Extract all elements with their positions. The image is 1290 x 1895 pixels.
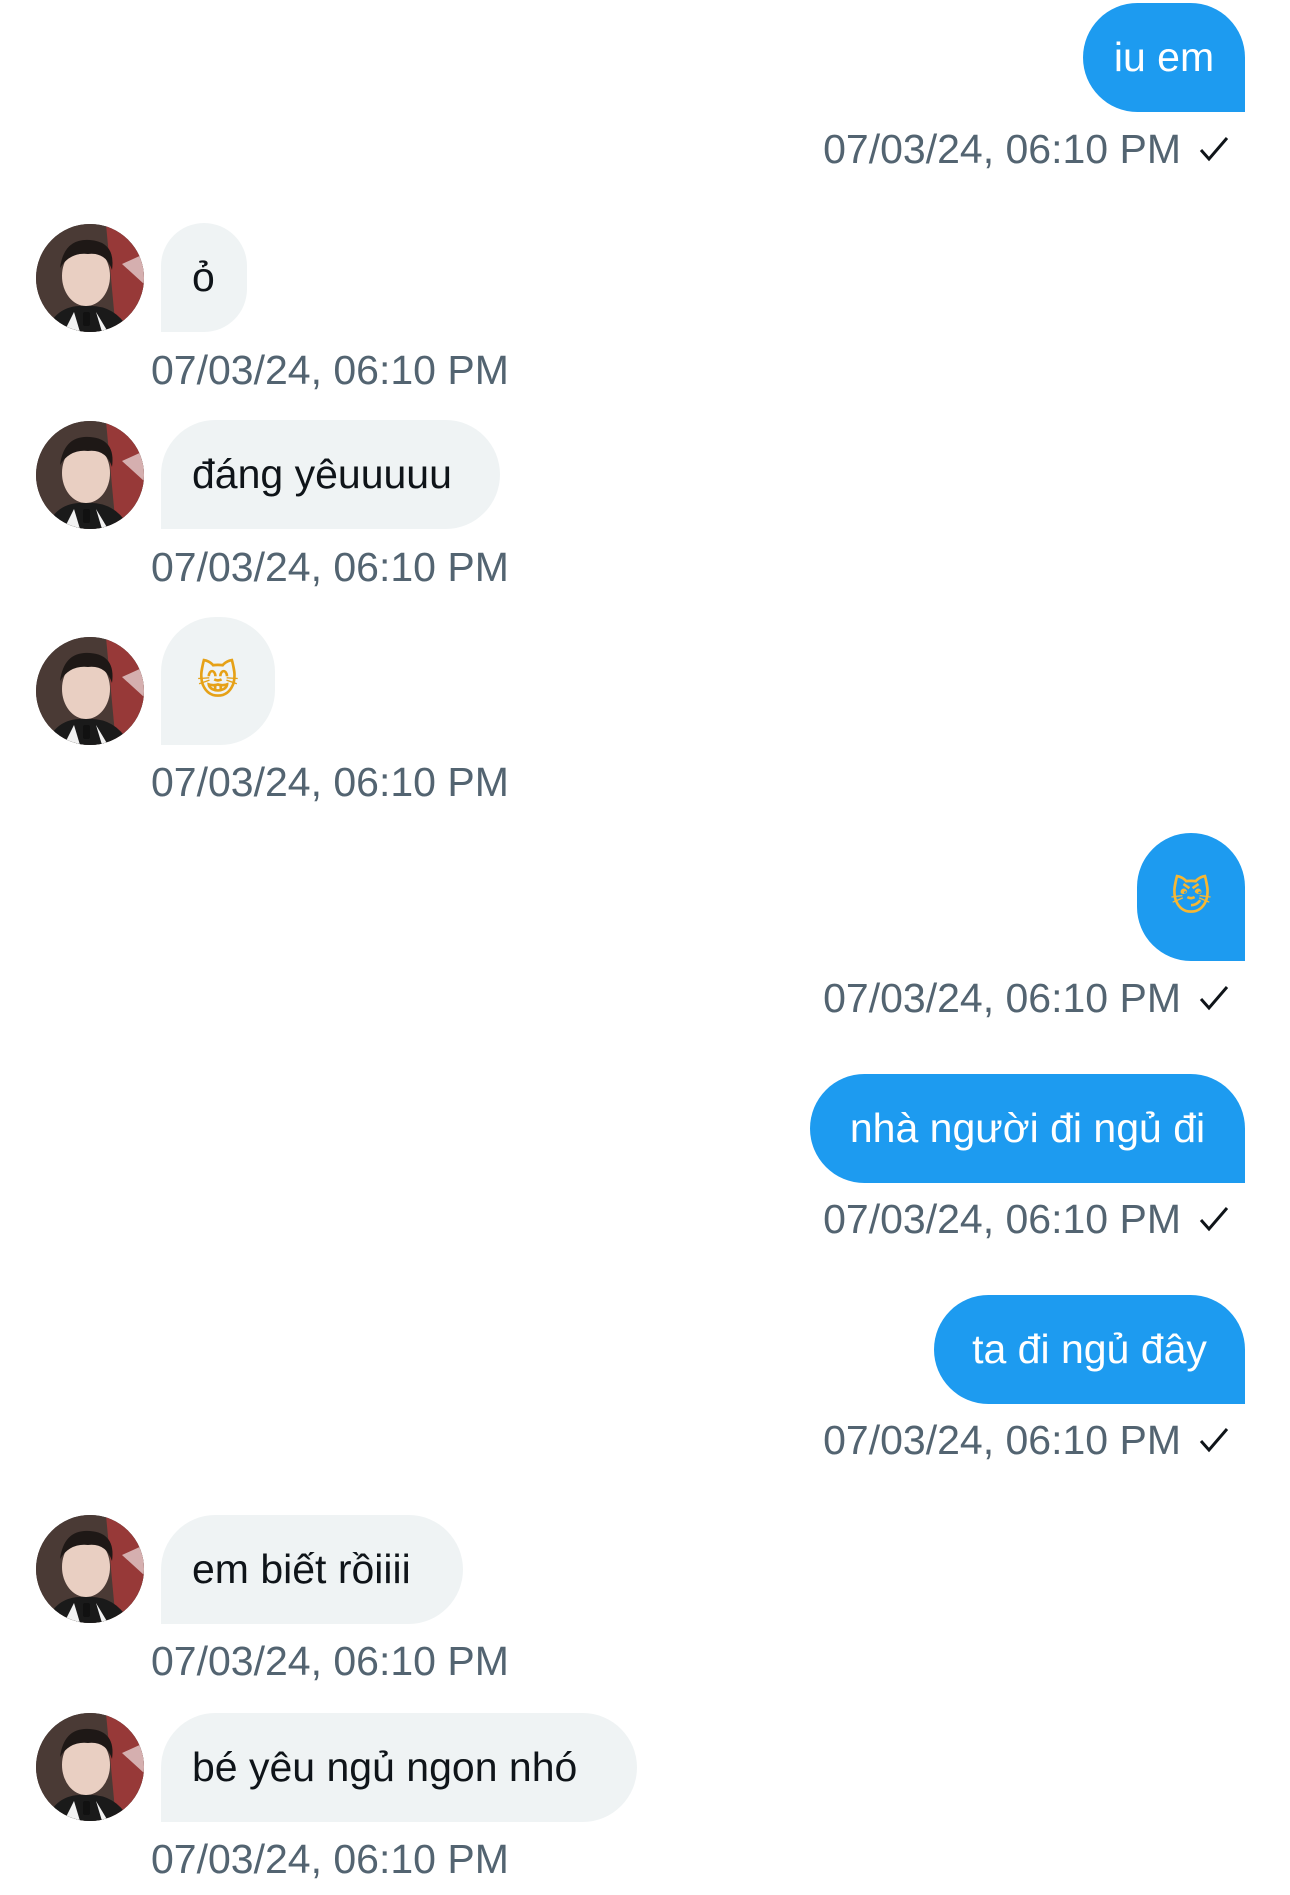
message-timestamp: 07/03/24, 06:10 PM xyxy=(151,346,509,393)
message-timestamp: 07/03/24, 06:10 PM xyxy=(823,977,1229,1019)
message-bubble-received[interactable]: đáng yêuuuuu xyxy=(161,420,500,529)
checkmark-icon xyxy=(1199,1428,1229,1453)
message-text: iu em xyxy=(1113,33,1215,80)
message-text: bé yêu ngủ ngon nhó xyxy=(192,1743,578,1790)
message-bubble-received[interactable]: em biết rồiiii xyxy=(161,1515,463,1624)
message-bubble-sent[interactable]: ta đi ngủ đây xyxy=(934,1295,1245,1404)
message-text: ta đi ngủ đây xyxy=(972,1325,1207,1372)
message-timestamp: 07/03/24, 06:10 PM xyxy=(151,1835,509,1882)
contact-avatar[interactable] xyxy=(36,637,144,745)
checkmark-icon xyxy=(1199,137,1229,162)
message-bubble-sent[interactable]: iu em xyxy=(1083,3,1245,112)
message-bubble-sent[interactable]: 😼 xyxy=(1137,833,1245,961)
message-text: đáng yêuuuuu xyxy=(192,450,452,497)
message-bubble-received[interactable]: 😸 xyxy=(161,617,275,745)
contact-avatar[interactable] xyxy=(36,421,144,529)
message-timestamp: 07/03/24, 06:10 PM xyxy=(823,128,1229,170)
contact-avatar[interactable] xyxy=(36,224,144,332)
message-text: em biết rồiiii xyxy=(192,1545,411,1592)
message-timestamp: 07/03/24, 06:10 PM xyxy=(823,1198,1229,1240)
message-timestamp: 07/03/24, 06:10 PM xyxy=(151,758,509,805)
cat-emoji: 😸 xyxy=(197,658,239,704)
message-text: nhà người đi ngủ đi xyxy=(849,1104,1206,1151)
message-text: ỏ xyxy=(192,253,215,300)
message-bubble-received[interactable]: bé yêu ngủ ngon nhó xyxy=(161,1713,637,1822)
message-timestamp: 07/03/24, 06:10 PM xyxy=(151,1637,509,1684)
message-thread: iu em 07/03/24, 06:10 PM ỏ 07/03/24, 06:… xyxy=(0,0,1290,1895)
message-timestamp: 07/03/24, 06:10 PM xyxy=(823,1419,1229,1461)
message-bubble-received[interactable]: ỏ xyxy=(161,223,247,332)
message-bubble-sent[interactable]: nhà người đi ngủ đi xyxy=(810,1074,1245,1183)
contact-avatar[interactable] xyxy=(36,1713,144,1821)
message-timestamp: 07/03/24, 06:10 PM xyxy=(151,543,509,590)
cat-emoji: 😼 xyxy=(1170,874,1212,920)
checkmark-icon xyxy=(1199,986,1229,1011)
contact-avatar[interactable] xyxy=(36,1515,144,1623)
checkmark-icon xyxy=(1199,1207,1229,1232)
